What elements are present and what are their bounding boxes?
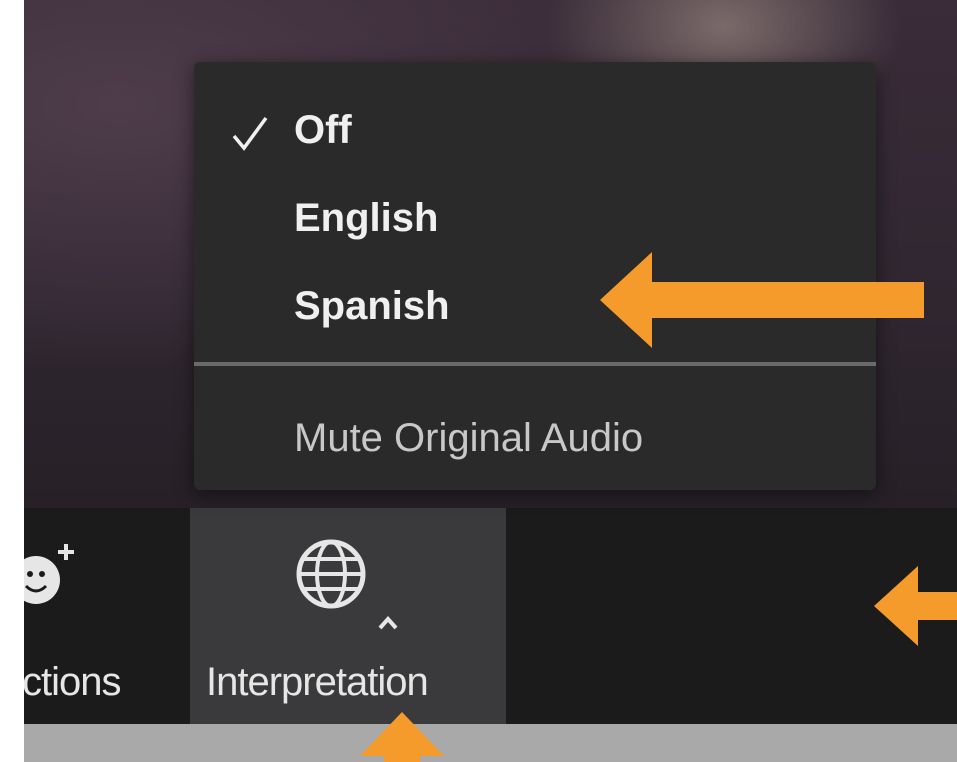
arrow-left-icon <box>600 252 924 348</box>
reactions-label: ctions <box>24 660 121 704</box>
globe-icon <box>296 539 366 609</box>
menu-item-off[interactable]: Off <box>294 108 352 153</box>
interpretation-label: Interpretation <box>206 660 429 704</box>
arrow-up-icon <box>360 712 444 762</box>
menu-item-english[interactable]: English <box>294 196 438 241</box>
meeting-window: ctions Interpretation Off English Spanis… <box>24 0 957 762</box>
menu-item-spanish[interactable]: Spanish <box>294 284 450 329</box>
emoji-add-icon <box>24 544 74 604</box>
bottom-strip <box>24 724 957 762</box>
caret-up-icon[interactable] <box>378 616 398 630</box>
menu-divider <box>194 362 876 366</box>
arrow-left-icon <box>874 566 957 646</box>
check-icon <box>232 116 268 151</box>
interpretation-button[interactable]: Interpretation <box>190 508 506 724</box>
mute-original-audio-item[interactable]: Mute Original Audio <box>294 416 643 461</box>
reactions-button[interactable]: ctions <box>24 508 190 724</box>
